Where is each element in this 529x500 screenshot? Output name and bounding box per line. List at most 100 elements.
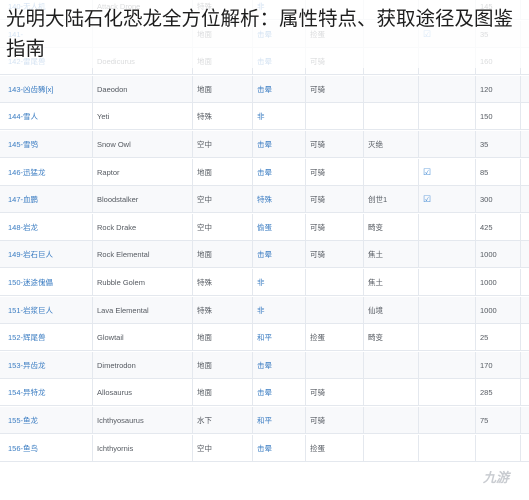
cell-ck bbox=[418, 213, 475, 241]
cell-get[interactable]: 击晕 bbox=[252, 75, 305, 103]
table-row: 151-岩浆巨人 Lava Elemental 特殊非 仙境 1000 bbox=[0, 296, 529, 324]
table-row: 156-鱼鸟 Ichthyornis 空中 击晕 捡蛋 bbox=[0, 434, 529, 462]
cell-type: 空中 bbox=[192, 434, 252, 462]
cell-num[interactable]: 151-岩浆巨人 bbox=[0, 297, 92, 324]
cell-get[interactable]: 击晕 bbox=[252, 241, 305, 269]
cell-more bbox=[520, 269, 529, 296]
cell-num[interactable]: 145-雪鸮 bbox=[0, 131, 92, 158]
cell-hp: 170 bbox=[475, 351, 520, 379]
cell-get[interactable]: 击晕 bbox=[252, 434, 305, 462]
cell-ck bbox=[418, 131, 475, 158]
cell-num[interactable]: 147-血鹏 bbox=[0, 186, 92, 213]
cell-ride: 捡蛋 bbox=[305, 324, 363, 352]
cell-name: Dimetrodon bbox=[92, 351, 192, 379]
cell-more bbox=[520, 434, 529, 462]
cell-ride: 可骑 bbox=[305, 186, 363, 214]
cell-name: Rock Elemental bbox=[92, 241, 192, 269]
cell-name: Ichthyosaurus bbox=[92, 407, 192, 434]
cell-extra bbox=[363, 379, 418, 407]
cell-get[interactable]: 击晕 bbox=[252, 158, 305, 186]
cell-get[interactable]: 击晕 bbox=[252, 131, 305, 158]
cell-ride: 可骑 bbox=[305, 158, 363, 186]
cell-more bbox=[520, 186, 529, 214]
cell-extra: 焦土 bbox=[363, 269, 418, 296]
cell-name: Glowtail bbox=[92, 324, 192, 352]
table-row: 145-雪鸮 Snow Owl 空中 击晕 可骑 灭绝 35 bbox=[0, 131, 529, 158]
cell-num[interactable]: 148-岩龙 bbox=[0, 214, 92, 241]
cell-num[interactable]: 156-鱼鸟 bbox=[0, 435, 92, 462]
cell-hp: 1000 bbox=[475, 241, 520, 269]
cell-name: Rock Drake bbox=[92, 213, 192, 241]
cell-type: 地面 bbox=[192, 158, 252, 186]
cell-num[interactable]: 152-辉尾兽 bbox=[0, 324, 92, 351]
cell-name: Lava Elemental bbox=[92, 296, 192, 324]
cell-type: 地面 bbox=[192, 75, 252, 103]
cell-name: Bloodstalker bbox=[92, 186, 192, 214]
cell-extra: 灭绝 bbox=[363, 131, 418, 158]
cell-hp bbox=[475, 434, 520, 462]
watermark-text: 九游 bbox=[482, 470, 509, 485]
cell-extra: 畸变 bbox=[363, 324, 418, 352]
table-row: 144-雪人 Yeti 特殊非 150 bbox=[0, 103, 529, 131]
cell-name: Daeodon bbox=[92, 75, 192, 103]
cell-name: Snow Owl bbox=[92, 131, 192, 158]
cell-type: 空中 bbox=[192, 131, 252, 158]
cell-hp: 1000 bbox=[475, 296, 520, 324]
cell-get[interactable]: 特殊 bbox=[252, 186, 305, 214]
cell-extra bbox=[363, 103, 418, 131]
cell-name: Ichthyornis bbox=[92, 434, 192, 462]
cell-hp: 1000 bbox=[475, 269, 520, 296]
cell-num[interactable]: 144-雪人 bbox=[0, 103, 92, 130]
cell-extra: 焦土 bbox=[363, 241, 418, 269]
cell-ride: 可骑 bbox=[305, 75, 363, 103]
table-row: 150-迷途傀儡 Rubble Golem 特殊非 焦土 1000 bbox=[0, 269, 529, 296]
cell-get[interactable]: 非 bbox=[252, 269, 305, 296]
cell-more bbox=[520, 158, 529, 186]
cell-hp: 85 bbox=[475, 158, 520, 186]
cell-extra bbox=[363, 351, 418, 379]
table-row: 146-迅猛龙 Raptor 地面 击晕 可骑 ☑ 85 bbox=[0, 158, 529, 186]
cell-more bbox=[520, 324, 529, 352]
cell-ck bbox=[418, 241, 475, 269]
cell-get[interactable]: 击晕 bbox=[252, 351, 305, 379]
cell-num[interactable]: 149-岩石巨人 bbox=[0, 241, 92, 268]
cell-get[interactable]: 偷蛋 bbox=[252, 213, 305, 241]
cell-ride bbox=[305, 103, 363, 131]
cell-ride: 可骑 bbox=[305, 379, 363, 407]
cell-name: Yeti bbox=[92, 103, 192, 131]
cell-ck bbox=[418, 324, 475, 352]
cell-ck bbox=[418, 296, 475, 324]
cell-ck: ☑ bbox=[418, 186, 475, 214]
table-row: 152-辉尾兽 Glowtail 地面 和平 捡蛋 畸变 25 bbox=[0, 324, 529, 352]
table-row: 155-鱼龙 Ichthyosaurus 水下 和平 可骑 75 bbox=[0, 407, 529, 434]
cell-num[interactable]: 155-鱼龙 bbox=[0, 407, 92, 434]
cell-more bbox=[520, 75, 529, 103]
table-row: 147-血鹏 Bloodstalker 空中 特殊 可骑 创世1 ☑ 300 bbox=[0, 186, 529, 214]
cell-hp: 150 bbox=[475, 103, 520, 131]
cell-extra bbox=[363, 407, 418, 434]
cell-get[interactable]: 击晕 bbox=[252, 379, 305, 407]
cell-ride: 可骑 bbox=[305, 407, 363, 434]
table-row: 154-异特龙 Allosaurus 地面 击晕 可骑 285 bbox=[0, 379, 529, 407]
cell-type: 地面 bbox=[192, 324, 252, 352]
cell-get[interactable]: 非 bbox=[252, 296, 305, 324]
cell-extra: 仙境 bbox=[363, 296, 418, 324]
cell-num[interactable]: 143-凶齿豨[x] bbox=[0, 76, 92, 103]
cell-type: 特殊 bbox=[192, 269, 252, 296]
cell-get[interactable]: 非 bbox=[252, 103, 305, 131]
cell-num[interactable]: 150-迷途傀儡 bbox=[0, 269, 92, 296]
table-row: 148-岩龙 Rock Drake 空中 偷蛋 可骑 畸变 425 bbox=[0, 213, 529, 241]
cell-more bbox=[520, 351, 529, 379]
cell-ck bbox=[418, 407, 475, 434]
cell-get[interactable]: 和平 bbox=[252, 407, 305, 434]
cell-hp: 35 bbox=[475, 131, 520, 158]
article-title: 光明大陆石化恐龙全方位解析：属性特点、获取途径及图鉴指南 bbox=[0, 0, 529, 68]
cell-type: 地面 bbox=[192, 351, 252, 379]
cell-hp: 75 bbox=[475, 407, 520, 434]
cell-num[interactable]: 153-异齿龙 bbox=[0, 352, 92, 379]
cell-get[interactable]: 和平 bbox=[252, 324, 305, 352]
cell-more bbox=[520, 407, 529, 434]
cell-num[interactable]: 146-迅猛龙 bbox=[0, 159, 92, 186]
cell-type: 地面 bbox=[192, 379, 252, 407]
cell-num[interactable]: 154-异特龙 bbox=[0, 379, 92, 406]
